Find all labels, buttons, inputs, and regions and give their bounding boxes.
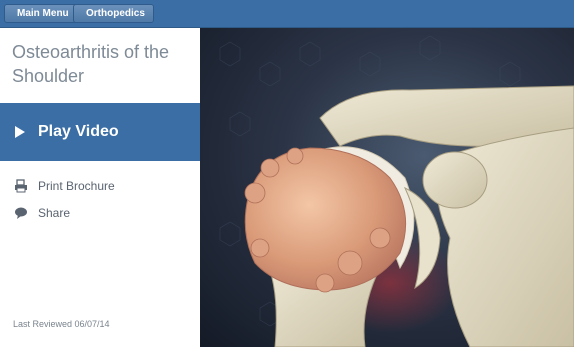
printer-icon: [14, 179, 28, 193]
breadcrumb-orthopedics[interactable]: Orthopedics: [73, 4, 154, 23]
share-link[interactable]: Share: [14, 204, 70, 222]
page-title: Osteoarthritis of the Shoulder: [12, 42, 170, 86]
top-nav-bar: Main Menu Orthopedics: [0, 0, 574, 28]
play-video-label: Play Video: [38, 123, 119, 140]
breadcrumb-main-menu-label: Main Menu: [17, 8, 69, 19]
last-reviewed-date: Last Reviewed 06/07/14: [13, 319, 110, 329]
breadcrumb-main-menu[interactable]: Main Menu: [4, 4, 78, 23]
speech-bubble-icon: [14, 206, 28, 220]
play-icon: [15, 126, 25, 138]
sidebar: Osteoarthritis of the Shoulder Play Vide…: [0, 28, 200, 347]
play-video-button[interactable]: Play Video: [0, 103, 200, 161]
print-brochure-link[interactable]: Print Brochure: [14, 177, 115, 195]
shoulder-illustration-svg: [219, 35, 574, 347]
coracoid-process: [422, 151, 488, 209]
print-brochure-label: Print Brochure: [38, 179, 115, 193]
breadcrumb-orthopedics-label: Orthopedics: [86, 8, 145, 19]
shoulder-illustration: [200, 28, 574, 347]
share-label: Share: [38, 206, 71, 220]
